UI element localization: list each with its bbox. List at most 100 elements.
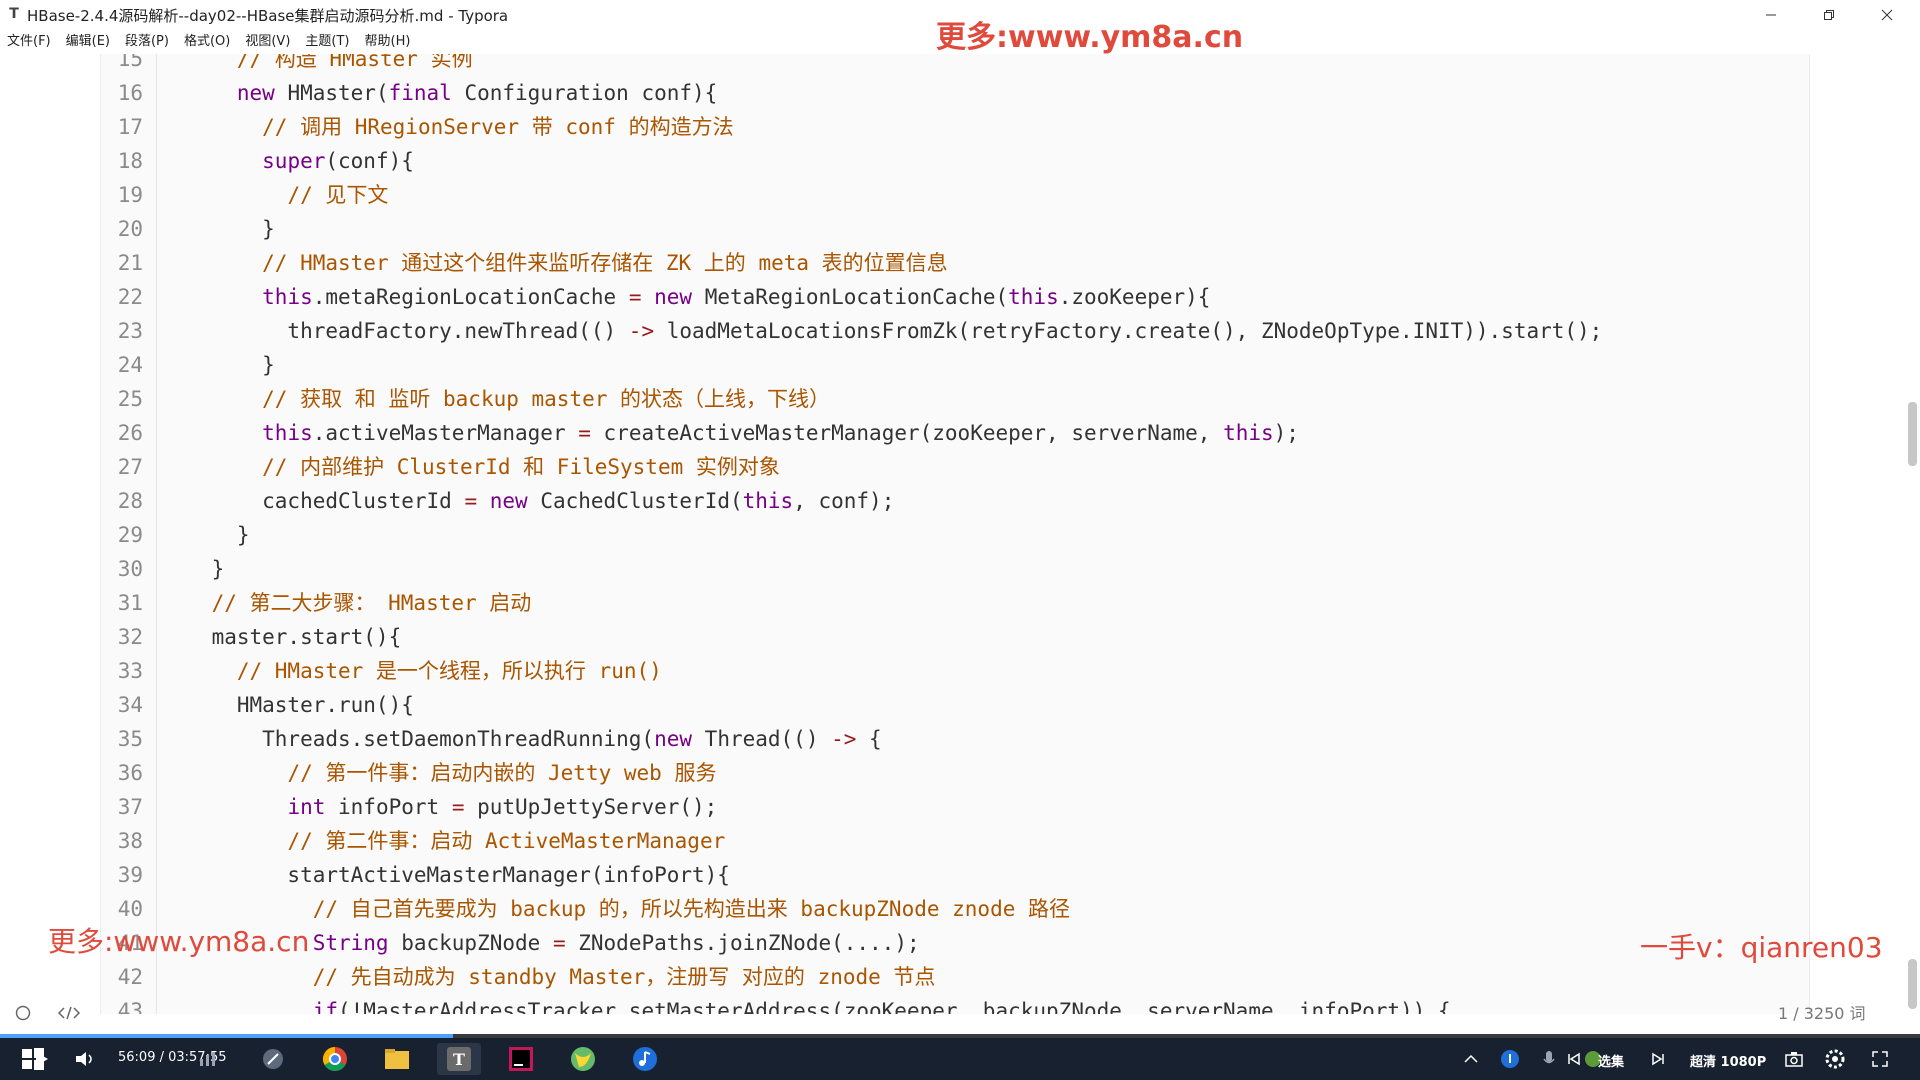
taskbar-file-explorer[interactable] [375, 1043, 419, 1075]
danmaku-button[interactable] [196, 1042, 220, 1076]
code-line[interactable]: 41 String backupZNode = ZNodePaths.joinZ… [101, 926, 1809, 960]
settings-button[interactable] [1822, 1042, 1848, 1076]
code-comment: // 第二件事：启动 ActiveMasterManager [287, 829, 726, 853]
code-text[interactable]: int infoPort = putUpJettyServer(); [161, 790, 717, 824]
menu-item[interactable]: 帮助(H) [365, 30, 411, 54]
code-text[interactable]: // 调用 HRegionServer 带 conf 的构造方法 [161, 110, 733, 144]
taskbar-map-app[interactable] [561, 1043, 605, 1075]
code-line[interactable]: 16 new HMaster(final Configuration conf)… [101, 76, 1809, 110]
menu-item[interactable]: 编辑(E) [66, 30, 110, 54]
code-line[interactable]: 35 Threads.setDaemonThreadRunning(new Th… [101, 722, 1809, 756]
svg-text:T: T [453, 1050, 465, 1069]
code-line[interactable]: 38 // 第二件事：启动 ActiveMasterManager [101, 824, 1809, 858]
minimize-button[interactable] [1742, 0, 1800, 30]
sidebar-toggle-circle-icon[interactable] [12, 1004, 34, 1026]
code-text[interactable]: cachedClusterId = new CachedClusterId(th… [161, 484, 894, 518]
code-line[interactable]: 42 // 先自动成为 standby Master，注册写 对应的 znode… [101, 960, 1809, 994]
quality-selector[interactable]: 超清 1080P [1690, 1051, 1766, 1070]
code-token: HMaster.run(){ [161, 693, 414, 717]
vertical-scrollbar[interactable] [1904, 54, 1920, 1014]
code-text[interactable]: } [161, 348, 275, 382]
previous-button[interactable] [1564, 1042, 1584, 1076]
code-line[interactable]: 33 // HMaster 是一个线程，所以执行 run() [101, 654, 1809, 688]
code-line[interactable]: 34 HMaster.run(){ [101, 688, 1809, 722]
code-line[interactable]: 32 master.start(){ [101, 620, 1809, 654]
code-text[interactable]: startActiveMasterManager(infoPort){ [161, 858, 730, 892]
code-line[interactable]: 21 // HMaster 通过这个组件来监听存储在 ZK 上的 meta 表的… [101, 246, 1809, 280]
code-text[interactable]: this.metaRegionLocationCache = new MetaR… [161, 280, 1210, 314]
code-line[interactable]: 36 // 第一件事：启动内嵌的 Jetty web 服务 [101, 756, 1809, 790]
word-count[interactable]: 1 / 3250 词 [1778, 1000, 1866, 1024]
code-line[interactable]: 37 int infoPort = putUpJettyServer(); [101, 790, 1809, 824]
source-code-mode-icon[interactable] [56, 1004, 82, 1026]
code-text[interactable]: new HMaster(final Configuration conf){ [161, 76, 717, 110]
code-text[interactable]: // 第二件事：启动 ActiveMasterManager [161, 824, 725, 858]
code-operator: = [451, 795, 465, 819]
menu-item[interactable]: 段落(P) [125, 30, 169, 54]
code-text[interactable]: // 构造 HMaster 实例 [161, 54, 473, 76]
tray-music-button[interactable] [1498, 1042, 1522, 1076]
code-text[interactable]: // 获取 和 监听 backup master 的状态（上线，下线） [161, 382, 830, 416]
code-line[interactable]: 27 // 内部维护 ClusterId 和 FileSystem 实例对象 [101, 450, 1809, 484]
code-line[interactable]: 40 // 自己首先要成为 backup 的，所以先构造出来 backupZNo… [101, 892, 1809, 926]
play-button[interactable] [28, 1042, 54, 1076]
code-line[interactable]: 26 this.activeMasterManager = createActi… [101, 416, 1809, 450]
fullscreen-button[interactable] [1868, 1042, 1892, 1076]
menu-item[interactable]: 文件(F) [7, 30, 51, 54]
code-text[interactable]: master.start(){ [161, 620, 402, 654]
select-episode-button[interactable]: 选集 [1598, 1051, 1624, 1070]
code-text[interactable]: threadFactory.newThread(() -> loadMetaLo… [161, 314, 1602, 348]
code-text[interactable]: // 第一件事：启动内嵌的 Jetty web 服务 [161, 756, 716, 790]
close-button[interactable] [1858, 0, 1916, 30]
taskbar-typora[interactable]: T [437, 1043, 481, 1075]
code-text[interactable]: // 见下文 [161, 178, 388, 212]
menu-item[interactable]: 格式(O) [184, 30, 230, 54]
volume-button[interactable] [72, 1042, 100, 1076]
code-text[interactable]: // 内部维护 ClusterId 和 FileSystem 实例对象 [161, 450, 780, 484]
code-text[interactable]: // HMaster 是一个线程，所以执行 run() [161, 654, 662, 688]
next-button[interactable] [1648, 1042, 1668, 1076]
code-line[interactable]: 25 // 获取 和 监听 backup master 的状态（上线，下线） [101, 382, 1809, 416]
pen-app-button[interactable] [258, 1042, 288, 1076]
screenshot-button[interactable] [1782, 1042, 1806, 1076]
restore-button[interactable] [1800, 0, 1858, 30]
code-line[interactable]: 28 cachedClusterId = new CachedClusterId… [101, 484, 1809, 518]
code-text[interactable]: } [161, 212, 275, 246]
code-text[interactable]: // HMaster 通过这个组件来监听存储在 ZK 上的 meta 表的位置信… [161, 246, 948, 280]
code-line[interactable]: 17 // 调用 HRegionServer 带 conf 的构造方法 [101, 110, 1809, 144]
menu-item[interactable]: 主题(T) [305, 30, 349, 54]
code-block[interactable]: 15 // 构造 HMaster 实例 16 new HMaster(final … [100, 54, 1810, 1014]
circle-icon [15, 1005, 31, 1021]
menu-item[interactable]: 视图(V) [245, 30, 290, 54]
code-line[interactable]: 29 } [101, 518, 1809, 552]
code-text[interactable]: this.activeMasterManager = createActiveM… [161, 416, 1299, 450]
tray-expand-button[interactable] [1460, 1042, 1482, 1076]
code-text[interactable]: } [161, 552, 225, 586]
code-line[interactable]: 23 threadFactory.newThread(() -> loadMet… [101, 314, 1809, 348]
code-line[interactable]: 31 // 第二大步骤： HMaster 启动 [101, 586, 1809, 620]
code-line[interactable]: 39 startActiveMasterManager(infoPort){ [101, 858, 1809, 892]
taskbar-chrome[interactable] [313, 1043, 357, 1075]
code-line[interactable]: 18 super(conf){ [101, 144, 1809, 178]
editor-area[interactable]: 15 // 构造 HMaster 实例 16 new HMaster(final … [100, 54, 1810, 1014]
code-line[interactable]: 19 // 见下文 [101, 178, 1809, 212]
taskbar-intellij[interactable] [499, 1043, 543, 1075]
taskbar-music-app[interactable] [623, 1043, 667, 1075]
code-line[interactable]: 22 this.metaRegionLocationCache = new Me… [101, 280, 1809, 314]
code-text[interactable]: super(conf){ [161, 144, 414, 178]
code-text[interactable]: } [161, 518, 250, 552]
tray-mic-button[interactable] [1538, 1042, 1560, 1076]
code-line[interactable]: 20 } [101, 212, 1809, 246]
scrollbar-thumb[interactable] [1908, 402, 1917, 466]
code-line[interactable]: 30 } [101, 552, 1809, 586]
code-text[interactable]: HMaster.run(){ [161, 688, 414, 722]
code-text[interactable]: // 第二大步骤： HMaster 启动 [161, 586, 532, 620]
code-token: } [161, 217, 275, 241]
code-line[interactable]: 24 } [101, 348, 1809, 382]
line-number: 32 [117, 625, 143, 649]
line-number: 42 [117, 965, 143, 989]
music-icon [633, 1047, 657, 1071]
code-text[interactable]: // 先自动成为 standby Master，注册写 对应的 znode 节点 [161, 960, 936, 994]
code-line[interactable]: 15 // 构造 HMaster 实例 [101, 54, 1809, 76]
code-text[interactable]: Threads.setDaemonThreadRunning(new Threa… [161, 722, 882, 756]
